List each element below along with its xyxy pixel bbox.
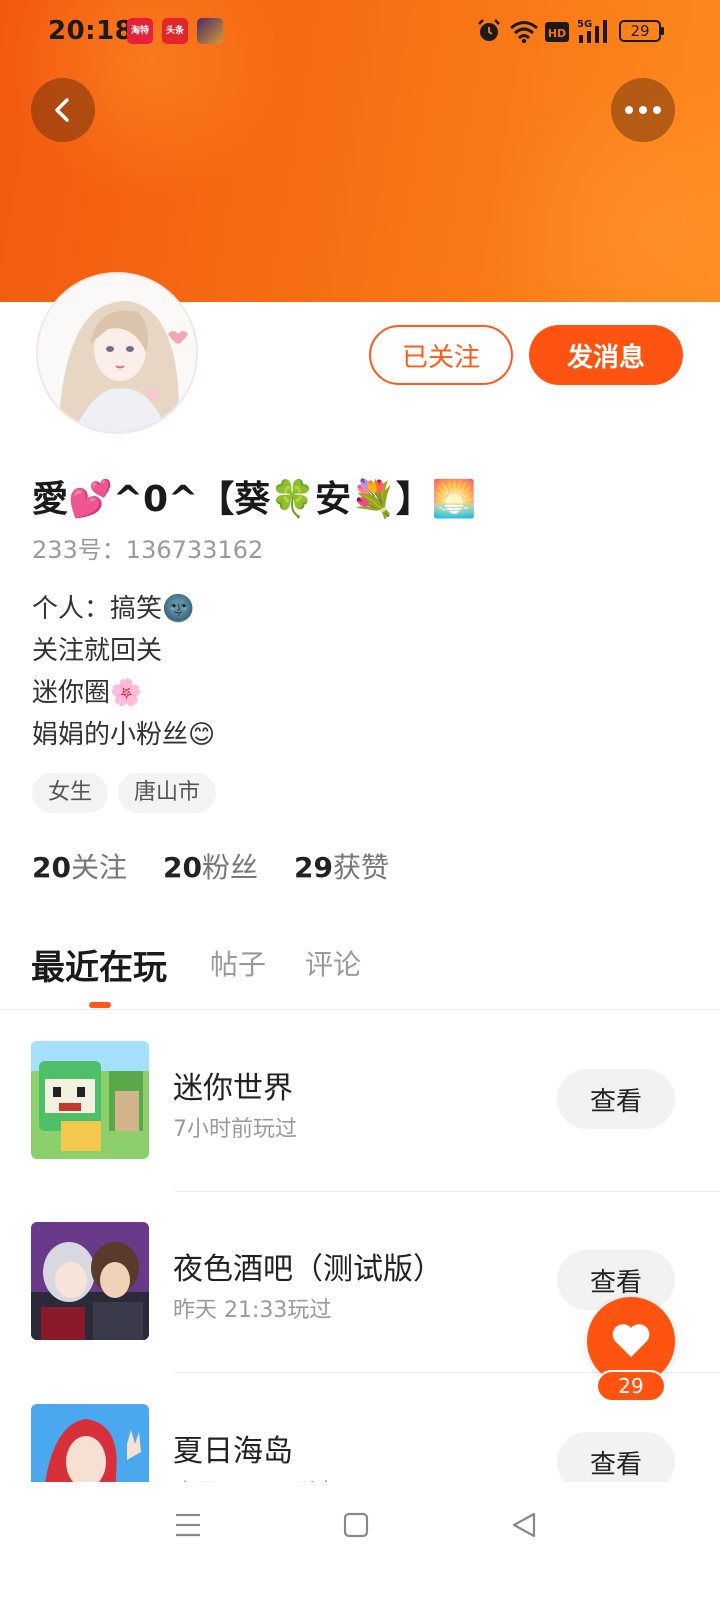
tab-divider [0, 1009, 720, 1010]
active-tab-indicator [89, 1002, 111, 1008]
view-game-button[interactable]: 查看 [557, 1069, 675, 1129]
battery-tip [661, 27, 664, 35]
row-divider [173, 1191, 720, 1192]
game-last-played: 昨天 21:31玩过 [173, 1474, 331, 1482]
likes-stat: 29获赞 [294, 846, 389, 886]
tab-recently-played[interactable]: 最近在玩 [31, 940, 167, 989]
game-app-icon [197, 18, 223, 44]
profile-name: 愛💕^0^【葵🍀安💐】🌅 [32, 479, 477, 520]
svg-text:HD: HD [548, 27, 566, 40]
game-cover-image [31, 1222, 149, 1340]
following-stat[interactable]: 20关注 [32, 846, 127, 886]
tab-comments[interactable]: 评论 [305, 943, 361, 983]
back-triangle-icon[interactable] [510, 1511, 538, 1539]
heart-icon [612, 1324, 650, 1357]
alarm-icon [478, 19, 500, 41]
game-title: 夜色酒吧（测试版） [173, 1252, 443, 1287]
following-label: 关注 [70, 851, 127, 884]
bio-line: 迷你圈🌸 [32, 678, 143, 708]
followers-stat[interactable]: 20粉丝 [163, 846, 258, 886]
likes-label: 获赞 [332, 851, 389, 884]
svg-text:5G: 5G [577, 19, 592, 30]
battery-level: 29 [630, 22, 650, 40]
game-last-played: 7小时前玩过 [173, 1117, 297, 1142]
status-time: 20:18 [48, 16, 134, 46]
game-thumbnail [31, 1404, 149, 1482]
avatar-image [38, 274, 196, 432]
taote-app-icon: 淘特 [127, 18, 153, 44]
bio-line: 娟娟的小粉丝😊 [32, 720, 216, 750]
game-cover-image [31, 1041, 149, 1159]
game-title: 夏日海岛 [173, 1434, 293, 1469]
game-last-played: 昨天 21:33玩过 [173, 1298, 332, 1323]
followed-button[interactable]: 已关注 [369, 325, 513, 385]
more-horizontal-icon [625, 106, 661, 114]
tab-posts[interactable]: 帖子 [210, 943, 266, 983]
menu-icon[interactable] [174, 1512, 202, 1538]
like-count-badge: 29 [596, 1370, 666, 1402]
send-message-button[interactable]: 发消息 [529, 325, 683, 385]
game-title: 迷你世界 [173, 1071, 293, 1106]
location-tag: 唐山市 [118, 773, 217, 813]
followers-count: 20 [163, 851, 202, 884]
status-bar: 20:18 淘特 头条 HD 5G 29 [0, 0, 720, 64]
system-nav-bar [0, 1482, 720, 1600]
view-game-button[interactable]: 查看 [557, 1432, 675, 1482]
5g-signal-icon: 5G [577, 19, 607, 43]
bio-line: 个人：搞笑🌚 [32, 594, 195, 624]
home-icon[interactable] [342, 1511, 370, 1539]
game-thumbnail [31, 1222, 149, 1340]
back-button[interactable] [31, 78, 95, 142]
avatar[interactable] [36, 272, 198, 434]
bio-line: 关注就回关 [32, 636, 163, 666]
gender-tag: 女生 [32, 773, 109, 813]
battery-icon: 29 [619, 20, 661, 42]
followers-label: 粉丝 [201, 851, 258, 884]
toutiao-app-icon: 头条 [162, 18, 188, 44]
user-id: 233号：136733162 [32, 536, 264, 564]
more-button[interactable] [611, 78, 675, 142]
chevron-left-icon [55, 98, 69, 122]
game-thumbnail [31, 1041, 149, 1159]
wifi-icon [510, 21, 538, 44]
game-cover-image [31, 1404, 149, 1482]
hd-icon: HD [545, 22, 569, 42]
list-item[interactable]: 夏日海岛 昨天 21:31玩过 查看 [0, 1404, 720, 1482]
following-count: 20 [32, 851, 71, 884]
likes-count: 29 [294, 851, 333, 884]
list-item[interactable]: 迷你世界 7小时前玩过 查看 [0, 1041, 720, 1223]
